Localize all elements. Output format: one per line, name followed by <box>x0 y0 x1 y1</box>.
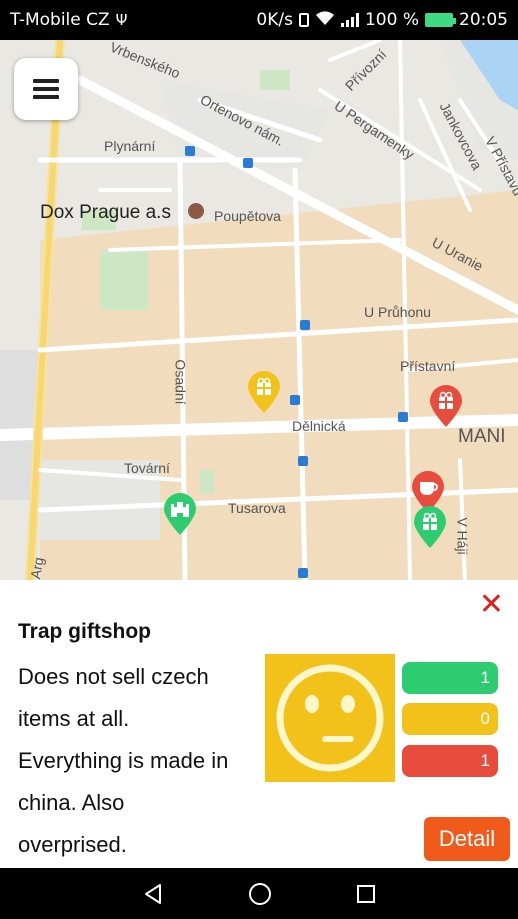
poi-label: Dox Prague a.s <box>40 202 171 223</box>
street-label: Tovární <box>124 460 170 476</box>
place-detail-panel: ✕ Trap giftshop Does not sell czech item… <box>0 580 518 868</box>
battery-percent: 100 % <box>364 10 419 30</box>
back-icon[interactable] <box>141 882 165 906</box>
street-label: Přístavní <box>400 358 456 374</box>
vote-negative-count[interactable]: 1 <box>402 745 498 777</box>
description-line: items at all. <box>18 706 130 731</box>
map-marker-gift-yellow[interactable] <box>246 370 282 414</box>
battery-icon <box>425 13 456 27</box>
network-speed: 0K/s <box>256 10 293 30</box>
navigation-bar <box>0 868 518 919</box>
menu-button[interactable] <box>14 58 78 120</box>
map-marker-gift-red[interactable] <box>428 384 464 428</box>
description-line: china. Also <box>18 790 125 815</box>
usb-icon: Ψ <box>115 11 128 29</box>
hamburger-icon <box>33 79 59 99</box>
status-bar: T-Mobile CZ Ψ 0K/s 100 % 20:05 <box>0 0 518 40</box>
neutral-face-icon <box>276 664 384 772</box>
home-icon[interactable] <box>247 881 273 907</box>
app-screen: T-Mobile CZ Ψ 0K/s 100 % 20:05 Vrbenskéh… <box>0 0 518 919</box>
street-label: Poupětova <box>214 208 281 224</box>
rating-face <box>265 654 395 782</box>
carrier-name: T-Mobile CZ <box>10 10 110 30</box>
vibrate-icon <box>298 13 309 27</box>
place-description: Does not sell czech items at all. Everyt… <box>18 656 263 866</box>
recents-icon[interactable] <box>355 883 377 905</box>
street-label: Dělnická <box>292 418 346 434</box>
street-label: V Háji <box>454 517 471 555</box>
street-label: Tusarova <box>228 500 286 516</box>
poi-icon <box>188 203 204 219</box>
wifi-icon <box>315 10 335 31</box>
description-line: overprised. <box>18 832 127 857</box>
district-label: MANI <box>458 426 506 447</box>
description-line: Everything is made in <box>18 748 229 773</box>
street-label: Osadní <box>172 359 189 405</box>
map-marker-gift-green[interactable] <box>412 505 448 549</box>
vote-positive-count[interactable]: 1 <box>402 662 498 694</box>
map-marker-castle-green[interactable] <box>162 492 198 536</box>
close-icon[interactable]: ✕ <box>479 590 504 620</box>
map-view[interactable]: Vrbenského Ortenovo nám. Přívozní U Perg… <box>0 40 518 580</box>
clock: 20:05 <box>459 10 508 30</box>
place-title: Trap giftshop <box>18 620 151 643</box>
detail-button[interactable]: Detail <box>424 817 510 861</box>
signal-icon <box>340 13 359 27</box>
street-label: Plynární <box>104 138 156 154</box>
description-line: Does not sell czech <box>18 664 209 689</box>
vote-neutral-count[interactable]: 0 <box>402 703 498 735</box>
street-label: U Průhonu <box>364 304 431 320</box>
